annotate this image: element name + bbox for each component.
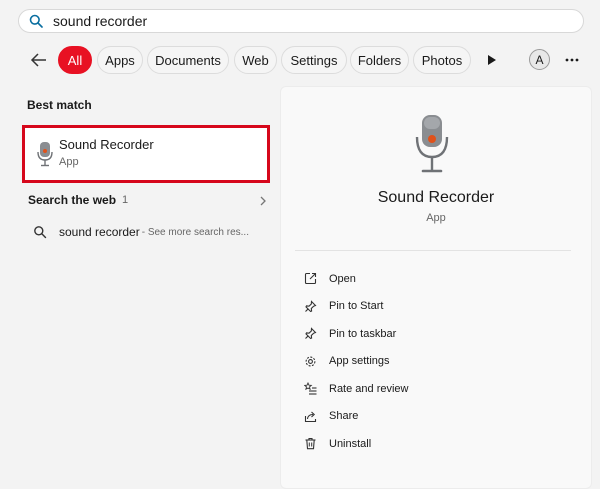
action-label: Rate and review bbox=[329, 382, 409, 395]
action-label: Open bbox=[329, 272, 356, 285]
pin-icon bbox=[303, 299, 317, 313]
tab-web[interactable]: Web bbox=[234, 46, 277, 74]
results-list: Best match Sound Recorder App Search the… bbox=[0, 86, 275, 489]
sound-recorder-icon bbox=[415, 113, 449, 175]
search-box[interactable]: sound recorder bbox=[18, 9, 584, 33]
open-icon bbox=[303, 272, 317, 286]
back-arrow-icon[interactable] bbox=[28, 50, 50, 70]
detail-subtitle: App bbox=[426, 212, 446, 224]
best-match-type: App bbox=[59, 156, 79, 168]
web-result-hint: - See more search res... bbox=[141, 226, 249, 238]
search-icon bbox=[29, 13, 45, 29]
filter-bar: All Apps Documents Web Settings Folders … bbox=[0, 44, 600, 76]
action-app-settings[interactable]: App settings bbox=[303, 348, 573, 376]
tab-documents[interactable]: Documents bbox=[147, 46, 229, 74]
trash-icon bbox=[303, 437, 317, 451]
action-share[interactable]: Share bbox=[303, 403, 573, 431]
avatar[interactable]: A bbox=[529, 49, 550, 70]
action-uninstall[interactable]: Uninstall bbox=[303, 430, 573, 458]
tab-folders[interactable]: Folders bbox=[350, 46, 409, 74]
divider bbox=[295, 250, 571, 251]
action-pin-to-taskbar[interactable]: Pin to taskbar bbox=[303, 320, 573, 348]
share-icon bbox=[303, 409, 317, 423]
more-options-icon[interactable] bbox=[562, 51, 582, 69]
action-label: App settings bbox=[329, 355, 390, 368]
action-label: Share bbox=[329, 410, 359, 423]
more-tabs-play-icon[interactable] bbox=[482, 51, 500, 69]
chevron-right-icon bbox=[258, 194, 268, 206]
best-match-name: Sound Recorder bbox=[59, 137, 154, 152]
detail-title: Sound Recorder bbox=[377, 189, 495, 206]
sound-recorder-icon bbox=[37, 141, 53, 167]
detail-pane: Sound Recorder App Open Pin to Start Pin… bbox=[280, 86, 592, 489]
web-result-query: sound recorder bbox=[59, 225, 140, 239]
star-list-icon bbox=[303, 382, 317, 396]
pin-icon bbox=[303, 327, 317, 341]
tab-all[interactable]: All bbox=[58, 46, 92, 74]
action-open[interactable]: Open bbox=[303, 265, 573, 293]
search-input[interactable]: sound recorder bbox=[53, 13, 147, 29]
action-label: Pin to taskbar bbox=[329, 327, 397, 340]
gear-icon bbox=[303, 354, 317, 368]
best-match-result[interactable]: Sound Recorder App bbox=[22, 125, 270, 183]
action-label: Pin to Start bbox=[329, 300, 384, 313]
action-pin-to-start[interactable]: Pin to Start bbox=[303, 293, 573, 321]
search-icon bbox=[33, 225, 47, 239]
best-match-heading: Best match bbox=[27, 98, 92, 112]
action-label: Uninstall bbox=[329, 437, 372, 450]
search-web-heading: Search the web bbox=[28, 193, 117, 207]
search-the-web-row[interactable]: Search the web 1 bbox=[28, 190, 268, 210]
tab-settings[interactable]: Settings bbox=[281, 46, 347, 74]
search-web-count: 1 bbox=[122, 194, 129, 206]
action-list: Open Pin to Start Pin to taskbar App set… bbox=[303, 265, 573, 458]
tab-apps[interactable]: Apps bbox=[97, 46, 143, 74]
web-search-result[interactable]: sound recorder - See more search res... bbox=[33, 222, 269, 242]
tab-photos[interactable]: Photos bbox=[413, 46, 471, 74]
action-rate-and-review[interactable]: Rate and review bbox=[303, 375, 573, 403]
